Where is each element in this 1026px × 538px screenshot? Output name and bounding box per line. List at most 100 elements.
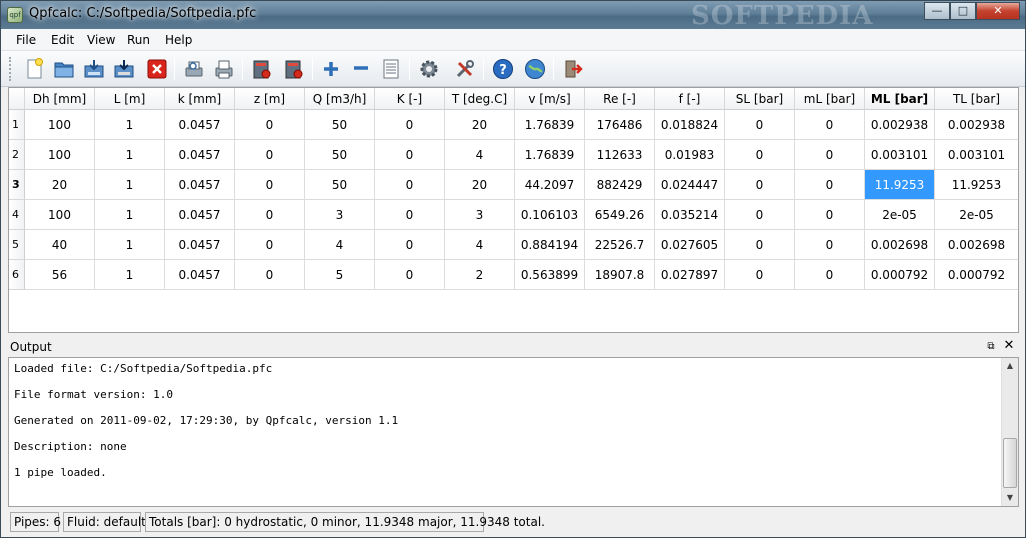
table-cell[interactable]: 176486 bbox=[585, 110, 655, 140]
table-cell[interactable]: 0 bbox=[725, 140, 795, 170]
table-cell[interactable]: 0 bbox=[235, 170, 305, 200]
list-icon[interactable] bbox=[378, 56, 404, 82]
column-header-dh[interactable]: Dh [mm] bbox=[25, 88, 95, 110]
table-cell[interactable]: 1 bbox=[95, 200, 165, 230]
remove-pipe-icon[interactable] bbox=[348, 56, 374, 82]
column-header-k[interactable]: k [mm] bbox=[165, 88, 235, 110]
table-cell[interactable]: 0 bbox=[725, 200, 795, 230]
table-cell[interactable]: 1 bbox=[95, 260, 165, 290]
table-cell[interactable]: 0 bbox=[725, 170, 795, 200]
table-cell[interactable]: 1.76839 bbox=[515, 140, 585, 170]
table-cell[interactable]: 56 bbox=[25, 260, 95, 290]
table-cell[interactable]: 100 bbox=[25, 140, 95, 170]
table-cell[interactable]: 0.884194 bbox=[515, 230, 585, 260]
column-header-ml-major[interactable]: ML [bar] bbox=[865, 88, 935, 110]
pipe-table[interactable]: Dh [mm] L [m] k [mm] z [m] Q [m3/h] K [-… bbox=[8, 87, 1019, 333]
table-cell[interactable]: 0.000792 bbox=[935, 260, 1018, 290]
table-cell[interactable]: 0 bbox=[375, 140, 445, 170]
toolbar-grip[interactable] bbox=[9, 57, 12, 81]
close-file-icon[interactable] bbox=[144, 56, 170, 82]
export-icon[interactable] bbox=[281, 56, 307, 82]
table-cell[interactable]: 44.2097 bbox=[515, 170, 585, 200]
dock-float-icon[interactable]: ⧉ bbox=[985, 341, 997, 353]
column-header-v[interactable]: v [m/s] bbox=[515, 88, 585, 110]
table-cell[interactable]: 4 bbox=[445, 140, 515, 170]
table-cell[interactable]: 1 bbox=[95, 110, 165, 140]
table-cell[interactable]: 0.003101 bbox=[865, 140, 935, 170]
table-cell[interactable]: 1 bbox=[95, 170, 165, 200]
table-cell[interactable]: 0 bbox=[375, 260, 445, 290]
table-cell[interactable]: 0.003101 bbox=[935, 140, 1018, 170]
table-cell[interactable]: 0.0457 bbox=[165, 200, 235, 230]
row-header[interactable]: 6 bbox=[9, 260, 25, 290]
table-cell[interactable]: 0.035214 bbox=[655, 200, 725, 230]
menu-run[interactable]: Run bbox=[127, 33, 150, 47]
output-log[interactable]: Loaded file: C:/Softpedia/Softpedia.pfc … bbox=[8, 357, 1019, 507]
add-pipe-icon[interactable] bbox=[318, 56, 344, 82]
table-cell[interactable]: 0 bbox=[235, 200, 305, 230]
table-cell[interactable]: 0.000792 bbox=[865, 260, 935, 290]
tools-icon[interactable] bbox=[452, 56, 478, 82]
table-cell[interactable]: 0 bbox=[795, 230, 865, 260]
table-cell[interactable]: 0 bbox=[235, 230, 305, 260]
column-header-l[interactable]: L [m] bbox=[95, 88, 165, 110]
table-cell[interactable]: 3 bbox=[445, 200, 515, 230]
column-header-t[interactable]: T [deg.C] bbox=[445, 88, 515, 110]
row-header[interactable]: 5 bbox=[9, 230, 25, 260]
table-cell[interactable]: 20 bbox=[25, 170, 95, 200]
menu-view[interactable]: View bbox=[87, 33, 115, 47]
table-cell[interactable]: 1 bbox=[95, 140, 165, 170]
table-cell[interactable]: 0.0457 bbox=[165, 230, 235, 260]
row-header[interactable]: 1 bbox=[9, 110, 25, 140]
output-scrollbar[interactable]: ▲ ▼ bbox=[1001, 358, 1018, 506]
menu-file[interactable]: File bbox=[16, 33, 36, 47]
import-icon[interactable] bbox=[249, 56, 275, 82]
scroll-up-icon[interactable]: ▲ bbox=[1002, 358, 1018, 374]
table-cell[interactable]: 0 bbox=[795, 170, 865, 200]
table-cell[interactable]: 0 bbox=[795, 200, 865, 230]
table-cell[interactable]: 0 bbox=[725, 230, 795, 260]
table-cell[interactable]: 100 bbox=[25, 110, 95, 140]
table-cell[interactable]: 0.563899 bbox=[515, 260, 585, 290]
table-cell[interactable]: 0 bbox=[795, 110, 865, 140]
table-cell[interactable]: 112633 bbox=[585, 140, 655, 170]
title-bar[interactable]: qpf Qpfcalc: C:/Softpedia/Softpedia.pfc … bbox=[1, 1, 1025, 31]
table-cell[interactable]: 882429 bbox=[585, 170, 655, 200]
table-cell[interactable]: 0 bbox=[235, 110, 305, 140]
print-icon[interactable] bbox=[211, 56, 237, 82]
menu-help[interactable]: Help bbox=[165, 33, 192, 47]
table-cell[interactable]: 0.027605 bbox=[655, 230, 725, 260]
table-cell[interactable]: 0 bbox=[375, 200, 445, 230]
maximize-button[interactable]: □ bbox=[950, 2, 976, 20]
table-cell[interactable]: 0.01983 bbox=[655, 140, 725, 170]
table-cell[interactable]: 50 bbox=[305, 110, 375, 140]
column-header-kk[interactable]: K [-] bbox=[375, 88, 445, 110]
table-cell[interactable]: 1.76839 bbox=[515, 110, 585, 140]
table-cell[interactable]: 0.002698 bbox=[935, 230, 1018, 260]
table-cell[interactable]: 0.0457 bbox=[165, 110, 235, 140]
output-dock-title[interactable]: Output ⧉ ✕ bbox=[8, 339, 1019, 357]
table-cell[interactable]: 0 bbox=[235, 260, 305, 290]
table-cell[interactable]: 0.018824 bbox=[655, 110, 725, 140]
column-header-sl[interactable]: SL [bar] bbox=[725, 88, 795, 110]
table-cell[interactable]: 0.106103 bbox=[515, 200, 585, 230]
column-header-tl[interactable]: TL [bar] bbox=[935, 88, 1018, 110]
table-cell[interactable]: 0.0457 bbox=[165, 170, 235, 200]
table-cell[interactable]: 5 bbox=[305, 260, 375, 290]
exit-icon[interactable] bbox=[560, 56, 586, 82]
table-cell[interactable]: 20 bbox=[445, 110, 515, 140]
table-cell[interactable]: 3 bbox=[305, 200, 375, 230]
save-icon[interactable] bbox=[81, 56, 107, 82]
table-cell[interactable]: 0.024447 bbox=[655, 170, 725, 200]
table-cell[interactable]: 0.0457 bbox=[165, 140, 235, 170]
table-cell[interactable]: 4 bbox=[305, 230, 375, 260]
table-cell[interactable]: 0 bbox=[725, 260, 795, 290]
close-window-button[interactable]: ✕ bbox=[976, 2, 1020, 20]
table-cell[interactable]: 50 bbox=[305, 170, 375, 200]
settings-gear-icon[interactable] bbox=[416, 56, 442, 82]
table-cell[interactable]: 11.9253 bbox=[865, 170, 935, 200]
dock-close-icon[interactable]: ✕ bbox=[1003, 339, 1015, 352]
table-cell[interactable]: 11.9253 bbox=[935, 170, 1018, 200]
table-cell[interactable]: 0.0457 bbox=[165, 260, 235, 290]
table-cell[interactable]: 40 bbox=[25, 230, 95, 260]
